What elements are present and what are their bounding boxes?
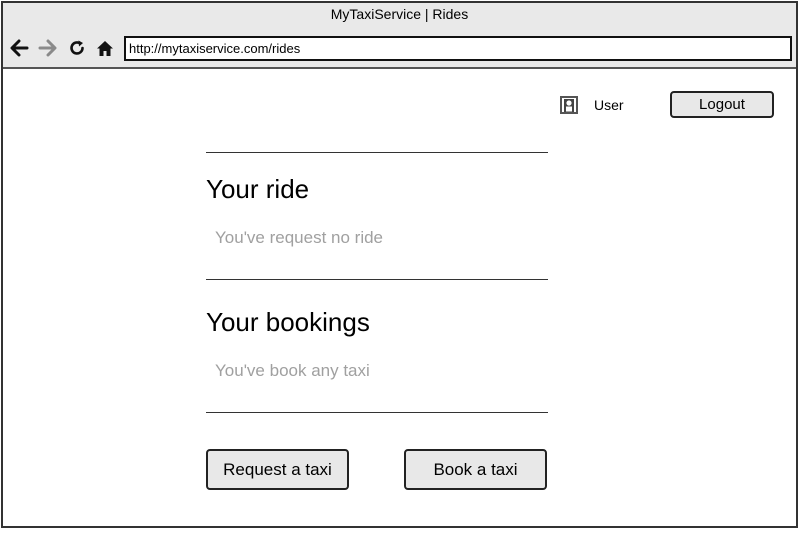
browser-window: MyTaxiService | Rides http://mytaxiservi…	[1, 1, 798, 528]
home-button[interactable]	[94, 36, 116, 60]
address-bar[interactable]	[124, 36, 792, 61]
back-button[interactable]	[8, 36, 30, 60]
forward-button[interactable]	[37, 36, 59, 60]
logout-button[interactable]: Logout	[670, 91, 774, 118]
user-avatar-icon	[560, 96, 578, 114]
book-taxi-button[interactable]: Book a taxi	[404, 449, 547, 490]
divider-bottom	[206, 412, 548, 413]
reload-button[interactable]	[66, 36, 88, 60]
bookings-empty-text: You've book any taxi	[215, 361, 370, 380]
your-bookings-heading: Your bookings	[206, 307, 370, 337]
request-taxi-button[interactable]: Request a taxi	[206, 449, 349, 490]
ride-empty-text: You've request no ride	[215, 228, 384, 247]
reload-icon	[70, 40, 84, 55]
your-ride-heading: Your ride	[206, 174, 310, 204]
window-title: MyTaxiService | Rides	[330, 6, 469, 22]
url-input[interactable]	[126, 38, 790, 59]
home-icon	[97, 40, 113, 56]
arrow-left-icon	[10, 39, 29, 57]
divider-top	[206, 152, 548, 153]
divider-middle	[206, 279, 548, 280]
browser-chrome: MyTaxiService | Rides	[3, 3, 796, 69]
user-label: User	[594, 97, 624, 113]
arrow-right-icon	[38, 39, 57, 57]
